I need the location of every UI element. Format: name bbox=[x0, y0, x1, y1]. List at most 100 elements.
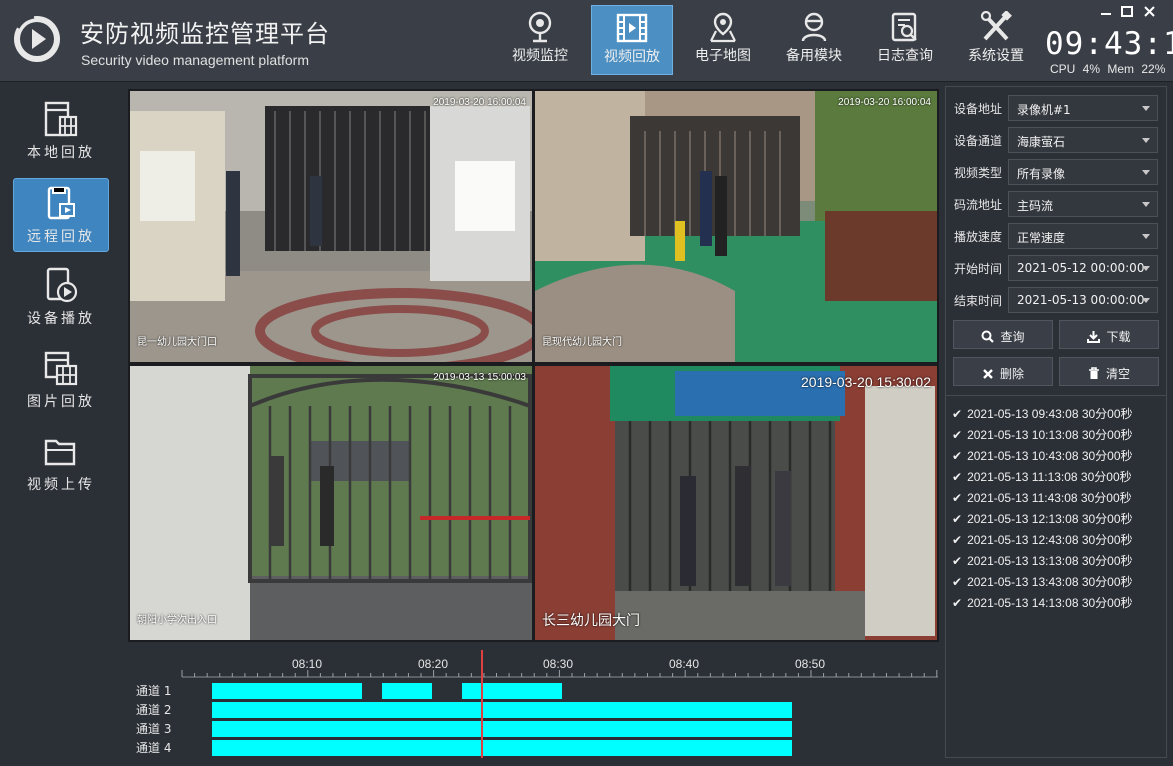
recording-segment[interactable] bbox=[212, 721, 792, 737]
clear-label: 清空 bbox=[1105, 367, 1130, 381]
device-channel-value: 海康萤石 bbox=[1017, 135, 1066, 149]
video-grid: 2019-03-20 16:00:04 昆一幼儿园大门口 2019-03-20 … bbox=[128, 89, 939, 642]
maximize-icon[interactable] bbox=[1121, 6, 1133, 17]
chevron-down-icon bbox=[1142, 298, 1150, 303]
list-item[interactable]: ✔ 2021-05-13 10:13:08 30分00秒 bbox=[952, 426, 1133, 443]
nav-system-settings[interactable]: 系统设置 bbox=[955, 5, 1037, 75]
video-type-select[interactable]: 所有录像 bbox=[1008, 159, 1158, 185]
delete-button[interactable]: 删除 bbox=[953, 357, 1053, 386]
sidebar-item-local-playback[interactable]: 本地回放 bbox=[13, 95, 109, 169]
device-address-select[interactable]: 录像机#1 bbox=[1008, 95, 1158, 121]
clear-button[interactable]: 清空 bbox=[1059, 357, 1159, 386]
video-feed-2[interactable]: 2019-03-20 16:00:04 昆现代幼儿园大门 bbox=[535, 91, 937, 362]
sidebar-label: 视频上传 bbox=[27, 477, 95, 493]
query-button[interactable]: 查询 bbox=[953, 320, 1053, 349]
picture-grid-icon bbox=[44, 351, 78, 386]
sidebar-item-device-play[interactable]: 设备播放 bbox=[13, 261, 109, 335]
video-type-row: 视频类型 所有录像 bbox=[952, 159, 1160, 185]
start-time-label: 开始时间 bbox=[954, 262, 1003, 276]
chevron-down-icon bbox=[1142, 106, 1150, 111]
video-frame-4 bbox=[535, 366, 937, 640]
sidebar-label: 设备播放 bbox=[27, 311, 95, 327]
record-text: 2021-05-13 12:43:08 30分00秒 bbox=[967, 533, 1133, 547]
sidebar-item-video-upload[interactable]: 视频上传 bbox=[13, 427, 109, 501]
system-usage: CPU 4% Mem 22% bbox=[1050, 62, 1165, 76]
recording-segment[interactable] bbox=[212, 683, 362, 699]
list-item[interactable]: ✔ 2021-05-13 09:43:08 30分00秒 bbox=[952, 405, 1133, 422]
nav-label: 视频监控 bbox=[512, 48, 568, 64]
end-time-label: 结束时间 bbox=[954, 294, 1003, 308]
list-item[interactable]: ✔ 2021-05-13 12:43:08 30分00秒 bbox=[952, 531, 1133, 548]
sidebar-item-picture-playback[interactable]: 图片回放 bbox=[13, 344, 109, 418]
video-timestamp: 2019-03-20 15:30:02 bbox=[801, 374, 931, 390]
video-feed-4[interactable]: 2019-03-20 15:30:02 长三幼儿园大门 bbox=[535, 366, 937, 640]
video-timestamp: 2019-03-13 15:00:03 bbox=[433, 372, 526, 383]
stream-address-row: 码流地址 主码流 bbox=[952, 191, 1160, 217]
end-time-picker[interactable]: 2021-05-13 00:00:00 bbox=[1008, 287, 1158, 313]
list-item[interactable]: ✔ 2021-05-13 10:43:08 30分00秒 bbox=[952, 447, 1133, 464]
chevron-down-icon bbox=[1142, 170, 1150, 175]
device-address-row: 设备地址 录像机#1 bbox=[952, 95, 1160, 121]
start-time-picker[interactable]: 2021-05-12 00:00:00 bbox=[1008, 255, 1158, 281]
check-icon: ✔ bbox=[952, 575, 963, 589]
nav-backup-module[interactable]: 备用模块 bbox=[773, 5, 855, 75]
video-camera-name: 昆一幼儿园大门口 bbox=[137, 337, 217, 348]
check-icon: ✔ bbox=[952, 533, 963, 547]
timeline-tick-label: 08:10 bbox=[292, 657, 322, 671]
list-item[interactable]: ✔ 2021-05-13 11:13:08 30分00秒 bbox=[952, 468, 1132, 485]
video-feed-3[interactable]: 2019-03-13 15:00:03 朝阳小学次出入口 bbox=[130, 366, 532, 640]
play-speed-label: 播放速度 bbox=[954, 230, 1003, 244]
list-item[interactable]: ✔ 2021-05-13 11:43:08 30分00秒 bbox=[952, 489, 1132, 506]
cpu-usage: CPU 4% bbox=[1050, 62, 1101, 76]
record-text: 2021-05-13 14:13:08 30分00秒 bbox=[967, 596, 1133, 610]
remote-playback-icon bbox=[47, 186, 75, 220]
record-text: 2021-05-13 13:13:08 30分00秒 bbox=[967, 554, 1133, 568]
end-time-row: 结束时间 2021-05-13 00:00:00 bbox=[952, 287, 1160, 313]
camera-icon bbox=[528, 11, 552, 43]
video-timestamp: 2019-03-20 16:00:04 bbox=[433, 97, 526, 108]
device-channel-select[interactable]: 海康萤石 bbox=[1008, 127, 1158, 153]
sidebar-item-remote-playback[interactable]: 远程回放 bbox=[13, 178, 109, 252]
video-feed-1[interactable]: 2019-03-20 16:00:04 昆一幼儿园大门口 bbox=[130, 91, 532, 362]
play-speed-row: 播放速度 正常速度 bbox=[952, 223, 1160, 249]
timeline-tick-label: 08:50 bbox=[795, 657, 825, 671]
timeline-minor-ticks bbox=[181, 670, 950, 677]
close-icon bbox=[983, 369, 993, 379]
nav-video-monitor[interactable]: 视频监控 bbox=[499, 5, 581, 75]
nav-log-query[interactable]: 日志查询 bbox=[864, 5, 946, 75]
recording-segment[interactable] bbox=[212, 702, 792, 718]
list-item[interactable]: ✔ 2021-05-13 13:43:08 30分00秒 bbox=[952, 573, 1133, 590]
trash-icon bbox=[1088, 367, 1099, 379]
play-speed-select[interactable]: 正常速度 bbox=[1008, 223, 1158, 249]
close-icon[interactable] bbox=[1144, 6, 1155, 17]
video-camera-name: 长三幼儿园大门 bbox=[542, 613, 640, 629]
video-frame-1 bbox=[130, 91, 532, 362]
download-icon bbox=[1087, 331, 1101, 343]
start-time-row: 开始时间 2021-05-12 00:00:00 bbox=[952, 255, 1160, 281]
stream-address-value: 主码流 bbox=[1017, 199, 1054, 213]
device-channel-label: 设备通道 bbox=[954, 134, 1003, 148]
list-item[interactable]: ✔ 2021-05-13 12:13:08 30分00秒 bbox=[952, 510, 1133, 527]
check-icon: ✔ bbox=[952, 470, 963, 484]
playback-timeline[interactable]: 08:10 08:20 08:30 08:40 08:50 通道 1 通道 2 … bbox=[128, 646, 950, 760]
video-type-label: 视频类型 bbox=[954, 166, 1003, 180]
left-sidebar: 本地回放 远程回放 设备播放 图片回放 视频上传 bbox=[0, 83, 122, 766]
list-item[interactable]: ✔ 2021-05-13 14:13:08 30分00秒 bbox=[952, 594, 1133, 611]
nav-e-map[interactable]: 电子地图 bbox=[682, 5, 764, 75]
recording-segment[interactable] bbox=[382, 683, 432, 699]
channel-label: 通道 2 bbox=[136, 703, 171, 717]
stream-address-select[interactable]: 主码流 bbox=[1008, 191, 1158, 217]
download-button[interactable]: 下载 bbox=[1059, 320, 1159, 349]
window-controls bbox=[1101, 6, 1155, 17]
record-text: 2021-05-13 11:43:08 30分00秒 bbox=[967, 491, 1132, 505]
tools-icon bbox=[980, 11, 1012, 41]
list-item[interactable]: ✔ 2021-05-13 13:13:08 30分00秒 bbox=[952, 552, 1133, 569]
stream-address-label: 码流地址 bbox=[954, 198, 1003, 212]
local-playback-icon bbox=[44, 101, 78, 137]
recording-segment[interactable] bbox=[212, 740, 792, 756]
device-address-value: 录像机#1 bbox=[1017, 103, 1071, 117]
recording-segment[interactable] bbox=[462, 683, 562, 699]
mem-usage: Mem 22% bbox=[1107, 62, 1166, 76]
digital-clock: 09:43:11 bbox=[1045, 26, 1173, 62]
nav-video-playback[interactable]: 视频回放 bbox=[591, 5, 673, 75]
